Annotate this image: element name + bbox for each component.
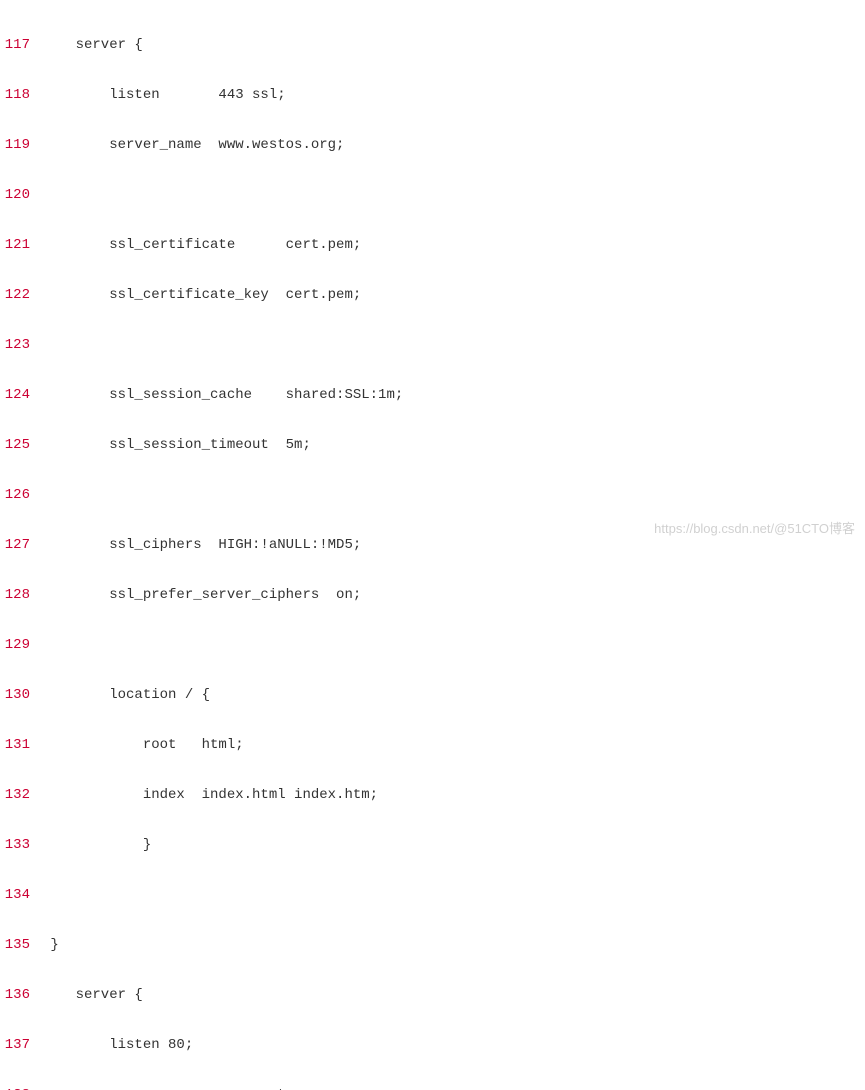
line-content: index index.html index.htm; [42,786,378,804]
line-content: listen 80; [42,1036,193,1054]
code-line: 124 ssl_session_cache shared:SSL:1m; [0,386,865,404]
line-content: ssl_ciphers HIGH:!aNULL:!MD5; [42,536,361,554]
line-number: 121 [0,236,42,254]
line-content: server_name www.westos.org; [42,1086,344,1090]
code-line: 137 listen 80; [0,1036,865,1054]
line-number: 124 [0,386,42,404]
line-number: 133 [0,836,42,854]
line-content: server_name www.westos.org; [42,136,344,154]
code-line: 121 ssl_certificate cert.pem; [0,236,865,254]
code-line: 126 [0,486,865,504]
code-line: 119 server_name www.westos.org; [0,136,865,154]
code-line: 128 ssl_prefer_server_ciphers on; [0,586,865,604]
line-content: ssl_session_timeout 5m; [42,436,311,454]
line-number: 127 [0,536,42,554]
code-line: 136 server { [0,986,865,1004]
line-content: } [42,936,59,954]
line-number: 134 [0,886,42,904]
line-content: server { [42,986,143,1004]
line-number: 130 [0,686,42,704]
code-line: 122 ssl_certificate_key cert.pem; [0,286,865,304]
code-block: 117 server { 118 listen 443 ssl; 119 ser… [0,4,865,1090]
line-content: ssl_session_cache shared:SSL:1m; [42,386,403,404]
line-number: 118 [0,86,42,104]
line-number: 136 [0,986,42,1004]
line-content: ssl_certificate_key cert.pem; [42,286,361,304]
code-line: 123 [0,336,865,354]
code-line: 118 listen 443 ssl; [0,86,865,104]
line-number: 119 [0,136,42,154]
line-content: location / { [42,686,210,704]
code-line: 134 [0,886,865,904]
line-number: 123 [0,336,42,354]
line-number: 125 [0,436,42,454]
code-line: 117 server { [0,36,865,54]
line-number: 131 [0,736,42,754]
code-line: 131 root html; [0,736,865,754]
code-line: 129 [0,636,865,654]
line-content: ssl_prefer_server_ciphers on; [42,586,361,604]
code-line: 125 ssl_session_timeout 5m; [0,436,865,454]
line-content: ssl_certificate cert.pem; [42,236,361,254]
line-number: 135 [0,936,42,954]
line-content: } [42,836,151,854]
code-line: 130 location / { [0,686,865,704]
code-line: 127 ssl_ciphers HIGH:!aNULL:!MD5; [0,536,865,554]
code-line: 133 } [0,836,865,854]
code-line: 120 [0,186,865,204]
line-number: 126 [0,486,42,504]
line-content: listen 443 ssl; [42,86,286,104]
line-number: 138 [0,1086,42,1090]
code-line: 135 } [0,936,865,954]
line-number: 120 [0,186,42,204]
line-number: 132 [0,786,42,804]
code-line: 138 server_name www.westos.org; [0,1086,865,1090]
line-content: server { [42,36,143,54]
line-number: 137 [0,1036,42,1054]
line-content: root html; [42,736,244,754]
line-number: 128 [0,586,42,604]
code-line: 132 index index.html index.htm; [0,786,865,804]
line-number: 117 [0,36,42,54]
line-number: 129 [0,636,42,654]
line-number: 122 [0,286,42,304]
